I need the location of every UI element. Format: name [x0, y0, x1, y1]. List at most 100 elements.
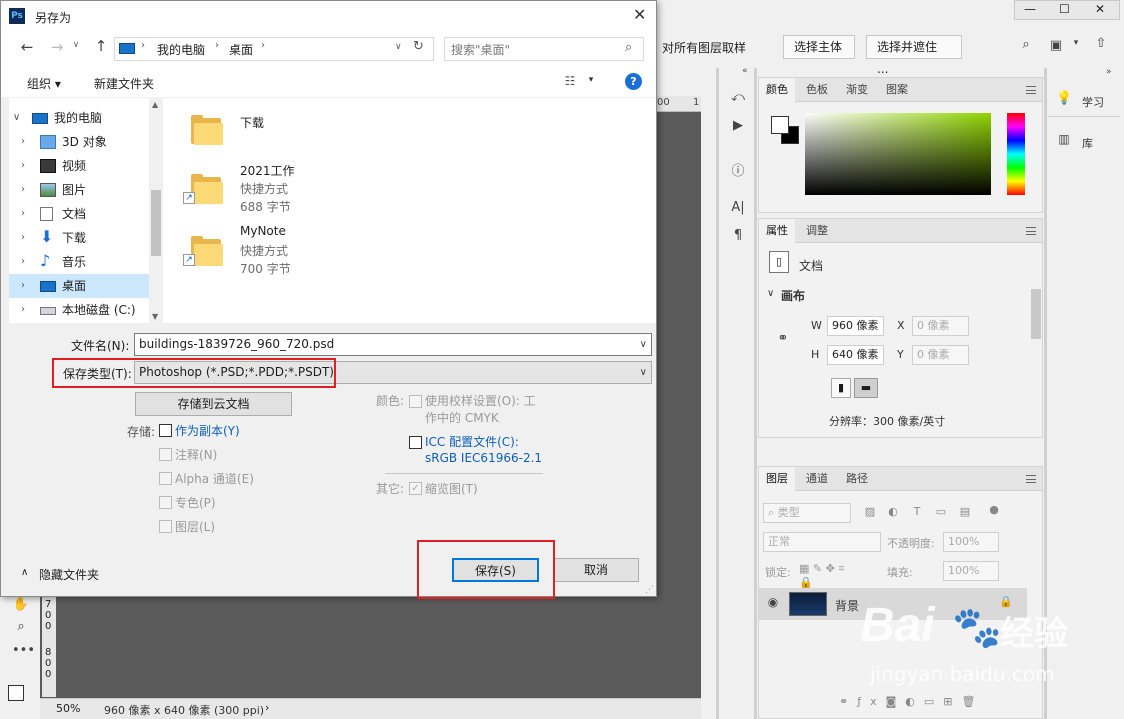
- scroll-thumb[interactable]: [151, 190, 161, 256]
- chevron-right-icon[interactable]: ›: [21, 178, 25, 202]
- chevron-down-icon[interactable]: ∨: [640, 334, 647, 355]
- lock-icon[interactable]: 🔒: [999, 595, 1013, 608]
- document-info[interactable]: 960 像素 x 640 像素 (300 ppi): [104, 702, 264, 718]
- chevron-right-icon[interactable]: ›: [21, 226, 25, 250]
- tree-item-desktop[interactable]: › 桌面: [9, 274, 149, 298]
- alpha-channels-checkbox[interactable]: [159, 472, 172, 485]
- new-folder-button[interactable]: 新建文件夹: [94, 75, 154, 92]
- as-copy-label[interactable]: 作为副本(Y): [175, 422, 240, 439]
- adjustment-filter-icon[interactable]: ◐: [886, 505, 900, 518]
- tab-paths[interactable]: 路径: [839, 467, 875, 491]
- tree-item-music[interactable]: › ♪ 音乐: [9, 250, 149, 274]
- tree-item-downloads[interactable]: › ⬇ 下载: [9, 226, 149, 250]
- tab-patterns[interactable]: 图案: [879, 78, 915, 102]
- breadcrumb-my-computer[interactable]: 我的电脑: [157, 41, 205, 58]
- collapse-arrows-icon[interactable]: »: [1106, 67, 1112, 77]
- properties-scrollbar[interactable]: [1031, 289, 1041, 339]
- cancel-button[interactable]: 取消: [553, 558, 639, 582]
- recent-locations-icon[interactable]: ∨: [71, 40, 81, 50]
- tree-scrollbar[interactable]: ▲ ▼: [149, 98, 163, 323]
- visibility-eye-icon[interactable]: ◉: [765, 595, 781, 609]
- paragraph-icon[interactable]: ¶: [729, 228, 747, 243]
- chevron-down-icon[interactable]: ▾: [586, 75, 596, 85]
- file-item[interactable]: ↗ 2021工作 快捷方式 688 字节: [183, 162, 391, 218]
- tree-item-local-disk[interactable]: › 本地磁盘 (C:): [9, 298, 149, 322]
- forward-arrow-icon[interactable]: →: [49, 38, 65, 56]
- file-item[interactable]: 下载: [191, 112, 391, 152]
- height-input[interactable]: 640 像素: [827, 345, 884, 365]
- chevron-right-icon[interactable]: ›: [21, 298, 25, 322]
- icc-profile-checkbox[interactable]: [409, 436, 422, 449]
- chevron-right-icon[interactable]: ›: [21, 202, 25, 226]
- up-arrow-icon[interactable]: ↑: [93, 37, 109, 55]
- chevron-right-icon[interactable]: ›: [21, 250, 25, 274]
- sample-all-layers-label[interactable]: 对所有图层取样: [662, 39, 746, 56]
- chevron-right-icon[interactable]: ›: [21, 130, 25, 154]
- select-subject-button[interactable]: 选择主体: [783, 35, 855, 59]
- maximize-button[interactable]: ☐: [1059, 2, 1070, 16]
- chevron-down-icon[interactable]: ∨: [395, 42, 402, 52]
- search-icon[interactable]: ⌕: [1017, 37, 1035, 52]
- chevron-down-icon[interactable]: ∨: [640, 362, 647, 383]
- save-to-cloud-button[interactable]: 存储到云文档: [135, 392, 292, 416]
- notes-checkbox[interactable]: [159, 448, 172, 461]
- layer-footer-icons[interactable]: ⚭ƒx◙◐▭⊞🗑: [839, 695, 1019, 713]
- tree-item-my-computer[interactable]: ∨ 我的电脑: [9, 106, 149, 130]
- collapse-arrows-icon[interactable]: «: [742, 66, 748, 76]
- select-and-mask-button[interactable]: 选择并遮住 ...: [866, 35, 962, 76]
- tab-gradients[interactable]: 渐变: [839, 78, 875, 102]
- search-icon[interactable]: ⌕: [625, 40, 632, 55]
- refresh-icon[interactable]: ↻: [413, 39, 424, 54]
- canvas-area-bottom[interactable]: [40, 597, 701, 698]
- chevron-right-icon[interactable]: ›: [265, 701, 269, 714]
- tab-layers[interactable]: 图层: [759, 467, 795, 491]
- portrait-orientation-icon[interactable]: ▮: [831, 378, 851, 398]
- layer-row-background[interactable]: ◉ 背景 🔒: [759, 588, 1027, 620]
- fg-swatch[interactable]: [771, 116, 789, 134]
- tab-adjustments[interactable]: 调整: [799, 219, 835, 243]
- panel-menu-icon[interactable]: [1026, 86, 1036, 94]
- panel-menu-icon[interactable]: [1026, 475, 1036, 483]
- width-input[interactable]: 960 像素: [827, 316, 884, 336]
- filename-input[interactable]: buildings-1839726_960_720.psd ∨: [134, 333, 652, 356]
- layers-checkbox[interactable]: [159, 520, 172, 533]
- x-input[interactable]: 0 像素: [912, 316, 969, 336]
- actions-play-icon[interactable]: ▶: [729, 118, 747, 133]
- learn-panel-button[interactable]: 💡 学习: [1048, 83, 1120, 117]
- tab-channels[interactable]: 通道: [799, 467, 835, 491]
- lock-icons[interactable]: ▦ ✎ ✥ ⌗ 🔒: [799, 562, 859, 589]
- link-icon[interactable]: ⚭: [775, 331, 791, 346]
- smart-object-filter-icon[interactable]: ▤: [958, 505, 972, 518]
- address-bar[interactable]: › 我的电脑 › 桌面 › ∨ ↻: [114, 37, 434, 61]
- view-options-icon[interactable]: ☷: [562, 74, 578, 88]
- tab-color[interactable]: 颜色: [759, 78, 795, 102]
- foreground-color-swatch[interactable]: [8, 685, 24, 701]
- y-input[interactable]: 0 像素: [912, 345, 969, 365]
- chevron-right-icon[interactable]: ›: [21, 274, 25, 298]
- tree-item-3d-objects[interactable]: › 3D 对象: [9, 130, 149, 154]
- close-window-button[interactable]: ✕: [1095, 2, 1105, 16]
- chevron-up-icon[interactable]: ∧: [21, 567, 28, 578]
- info-icon[interactable]: ⓘ: [729, 160, 747, 179]
- opacity-input[interactable]: 100%: [943, 532, 999, 552]
- pixel-filter-icon[interactable]: ▨: [863, 505, 877, 518]
- history-icon[interactable]: ⤺: [729, 90, 747, 105]
- use-proof-setup-checkbox[interactable]: [409, 395, 422, 408]
- landscape-orientation-icon[interactable]: ▬: [854, 378, 878, 398]
- file-item[interactable]: ↗ MyNote 快捷方式 700 字节: [183, 224, 391, 280]
- zoom-level[interactable]: 50%: [56, 702, 80, 715]
- hand-tool-icon[interactable]: ✋: [12, 597, 30, 612]
- chevron-down-icon[interactable]: ▾: [1071, 38, 1081, 48]
- share-icon[interactable]: ⇧: [1092, 36, 1110, 51]
- chevron-down-icon[interactable]: ∨: [767, 288, 774, 299]
- tree-item-documents[interactable]: › 文档: [9, 202, 149, 226]
- back-arrow-icon[interactable]: ←: [19, 38, 35, 56]
- zoom-tool-icon[interactable]: ⌕: [12, 619, 30, 634]
- panel-menu-icon[interactable]: [1026, 227, 1036, 235]
- hide-folders-toggle[interactable]: 隐藏文件夹: [39, 566, 99, 583]
- filter-toggle-icon[interactable]: ●: [987, 503, 1001, 516]
- blend-mode-select[interactable]: 正常: [763, 532, 881, 552]
- chevron-down-icon[interactable]: ∨: [13, 106, 20, 130]
- character-icon[interactable]: A|: [729, 200, 747, 215]
- help-icon[interactable]: ?: [625, 73, 642, 90]
